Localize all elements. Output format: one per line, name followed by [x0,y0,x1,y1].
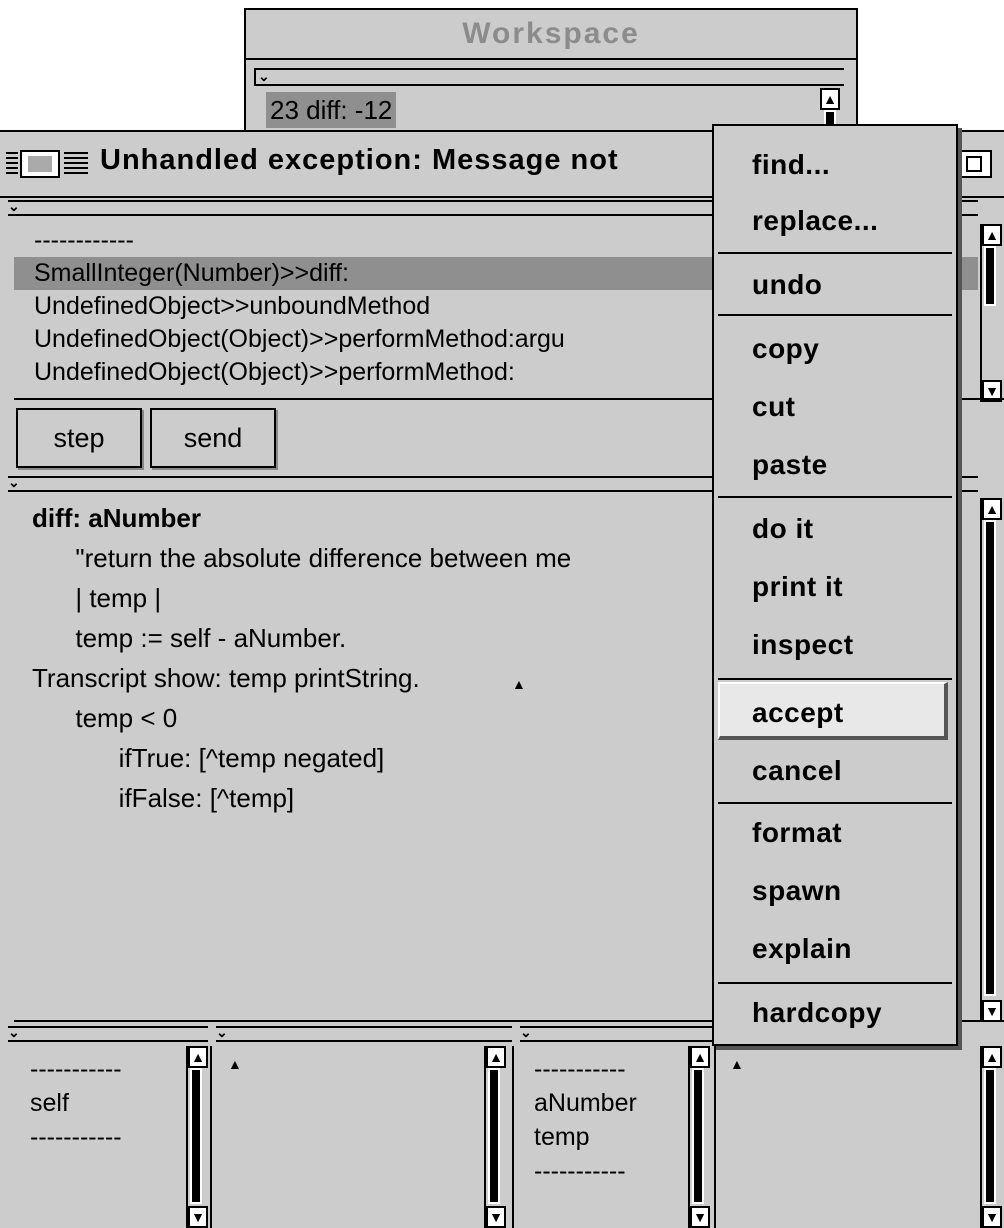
scroll-down-arrow-icon[interactable]: ▼ [486,1206,506,1228]
workspace-text[interactable]: 23 diff: -12 [266,92,397,128]
scroll-down-arrow-icon[interactable]: ▼ [690,1206,710,1228]
menu-item-paste[interactable]: paste [714,436,956,494]
list-separator: ----------- [30,1055,122,1083]
menu-separator [718,314,952,316]
code-line: temp := self - aNumber. [32,623,347,653]
menu-item-spawn[interactable]: spawn [714,862,956,920]
scroll-down-arrow-icon[interactable]: ▼ [982,1206,1002,1228]
menu-separator [718,252,952,254]
send-button[interactable]: send [150,408,276,468]
text-cursor-icon: ▲ [512,676,526,692]
scroll-up-arrow-icon[interactable]: ▲ [188,1046,208,1068]
scroll-up-arrow-icon[interactable]: ▲ [486,1046,506,1068]
chevron-down-icon[interactable]: ⌄ [8,199,20,213]
scroll-down-arrow-icon[interactable]: ▼ [188,1206,208,1228]
scroll-up-arrow-icon[interactable]: ▲ [982,1046,1002,1068]
scroll-track[interactable] [190,1068,202,1204]
chevron-down-icon[interactable]: ⌄ [258,69,270,83]
divider [714,1046,716,1228]
menu-item-format[interactable]: format [714,804,956,862]
scroll-track[interactable] [984,246,996,306]
scroll-up-arrow-icon[interactable]: ▲ [982,498,1002,520]
scroll-track[interactable] [488,1068,500,1204]
list-item[interactable]: temp [534,1120,684,1154]
inspector-area: ⌄ ⌄ ⌄ ----------- self ----------- ▲ ▼ ▲… [0,1025,1004,1228]
stack-scrollbar[interactable]: ▲ ▼ [980,224,1004,402]
scroll-up-arrow-icon[interactable]: ▲ [982,224,1002,246]
list-item[interactable]: aNumber [534,1086,684,1120]
context-vars-list[interactable]: ----------- aNumber temp ----------- [534,1052,684,1188]
workspace-pane-menu-bar[interactable]: ⌄ [254,68,844,86]
method-header: diff: aNumber [32,503,201,533]
title-stripes [64,152,88,176]
chevron-down-icon[interactable]: ⌄ [216,1025,228,1039]
menu-item-do-it[interactable]: do it [714,500,956,558]
code-line: "return the absolute difference between … [32,543,572,573]
menu-item-cut[interactable]: cut [714,378,956,436]
menu-separator [718,678,952,680]
chevron-down-icon[interactable]: ⌄ [520,1025,532,1039]
title-stripes [6,152,18,176]
list-separator: ----------- [534,1055,626,1083]
scroll-track[interactable] [984,520,996,996]
code-editor[interactable]: diff: aNumber "return the absolute diffe… [32,498,722,1018]
menu-item-inspect[interactable]: inspect [714,616,956,674]
divider [210,1046,212,1228]
code-line: Transcript show: temp printString. [32,663,420,693]
workspace-window: Workspace ⌄ 23 diff: -12 ▲ [244,8,858,138]
context-menu: find... replace... undo copy cut paste d… [712,124,958,1046]
menu-item-undo[interactable]: undo [714,256,956,314]
list-item[interactable]: self [30,1086,180,1120]
code-line: | temp | [32,583,162,613]
scroll-track[interactable] [692,1068,704,1204]
context-value-text[interactable] [718,1046,976,1228]
receiver-vars-list[interactable]: ----------- self ----------- [30,1052,180,1154]
divider [512,1046,514,1228]
context-vars-menu-bar[interactable]: ⌄ [520,1025,720,1042]
receiver-vars-scrollbar[interactable]: ▲ ▼ [186,1046,210,1228]
menu-separator [718,496,952,498]
chevron-down-icon[interactable]: ⌄ [8,1025,20,1039]
list-separator: ----------- [534,1157,626,1185]
menu-item-accept[interactable]: accept [718,682,948,740]
menu-item-replace[interactable]: replace... [714,192,956,250]
scroll-down-arrow-icon[interactable]: ▼ [982,1000,1002,1022]
code-scrollbar[interactable]: ▲ ▼ [980,498,1004,1022]
step-button[interactable]: step [16,408,142,468]
workspace-title[interactable]: Workspace [246,10,856,60]
code-line: ifTrue: [^temp negated] [32,743,385,773]
menu-item-hardcopy[interactable]: hardcopy [714,984,956,1042]
receiver-value-scrollbar[interactable]: ▲ ▼ [484,1046,508,1228]
context-vars-scrollbar[interactable]: ▲ ▼ [688,1046,712,1228]
chevron-down-icon[interactable]: ⌄ [8,475,20,489]
menu-item-explain[interactable]: explain [714,920,956,978]
close-box-icon[interactable] [20,150,60,178]
code-line: temp < 0 [32,703,178,733]
menu-item-print-it[interactable]: print it [714,558,956,616]
list-separator: ----------- [30,1123,122,1151]
receiver-vars-menu-bar[interactable]: ⌄ [8,1025,208,1042]
scroll-track[interactable] [984,1068,996,1204]
receiver-value-menu-bar[interactable]: ⌄ [216,1025,512,1042]
scroll-up-arrow-icon[interactable]: ▲ [690,1046,710,1068]
menu-item-copy[interactable]: copy [714,320,956,378]
menu-item-cancel[interactable]: cancel [714,742,956,800]
scroll-up-arrow-icon[interactable]: ▲ [820,88,840,110]
zoom-box-icon[interactable] [960,150,992,178]
context-value-scrollbar[interactable]: ▲ ▼ [980,1046,1004,1228]
menu-item-find[interactable]: find... [714,136,956,194]
receiver-value-text[interactable] [216,1046,480,1228]
code-line: ifFalse: [^temp] [32,783,295,813]
window-title: Unhandled exception: Message not [100,144,619,176]
